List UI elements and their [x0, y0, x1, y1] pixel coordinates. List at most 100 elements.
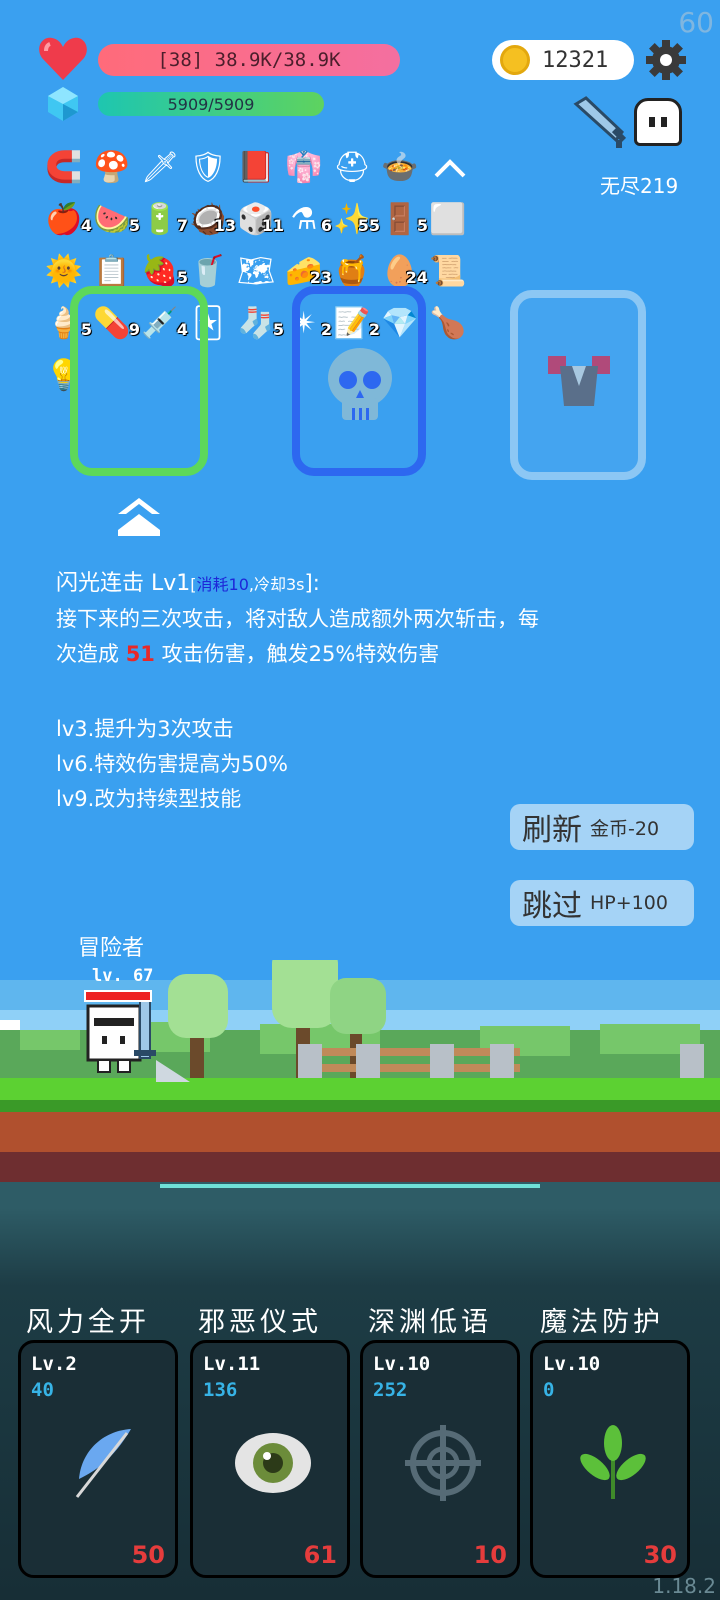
- ghost-icon[interactable]: [634, 98, 682, 146]
- item-glyph: 🍲: [381, 150, 419, 185]
- armor-icon: [548, 356, 610, 406]
- coin-icon: [500, 45, 530, 75]
- ice-block-icon[interactable]: ⬜: [428, 200, 468, 240]
- mushroom-icon[interactable]: 🍄: [92, 148, 132, 188]
- item-glyph: 🍗: [429, 306, 467, 341]
- item-glyph: ⬜: [429, 202, 467, 237]
- map-icon[interactable]: 🗺: [236, 252, 276, 292]
- skill-title-4: 魔法防护: [540, 1307, 664, 1338]
- chevron-up-icon[interactable]: [432, 156, 468, 180]
- item-count: 7: [176, 216, 188, 235]
- skull-icon: [328, 348, 392, 420]
- skill-title-1: 风力全开: [26, 1307, 150, 1338]
- skill-title: 闪光连击 Lv1: [56, 571, 191, 596]
- item-glyph: 👘: [285, 150, 323, 185]
- item-glyph: 🛡: [188, 150, 228, 185]
- shield-icon[interactable]: 🛡: [188, 148, 228, 188]
- endless-mode-label: 无尽219: [600, 174, 679, 198]
- skip-button[interactable]: 跳过 HP+100: [510, 880, 694, 926]
- mana-crystal-icon: [48, 87, 78, 121]
- sock-icon[interactable]: 🧦 5: [236, 304, 284, 344]
- item-glyph: 🥤: [189, 254, 227, 289]
- hero-hp-bar: [84, 990, 152, 1002]
- item-glyph: 📜: [429, 254, 467, 289]
- door-icon[interactable]: 🚪 5: [380, 200, 428, 240]
- fps-counter: 60: [678, 6, 714, 39]
- dots-icon[interactable]: ✨ 55: [332, 200, 380, 240]
- skill-card-evil-ritual[interactable]: Lv.11 136 61: [190, 1340, 350, 1578]
- battery-icon[interactable]: 🔋 7: [140, 200, 188, 240]
- skill-description: 闪光连击 Lv1[消耗10,冷却3s]: 接下来的三次攻击，将对敌人造成额外两次…: [56, 566, 696, 817]
- bracket-close: ]:: [304, 571, 320, 595]
- refresh-button[interactable]: 刷新 金币-20: [510, 804, 694, 850]
- item-glyph: 📕: [237, 150, 275, 185]
- skill-choice-card-armor[interactable]: [510, 290, 646, 480]
- damage-value: 51: [125, 642, 155, 666]
- viking-helmet-icon[interactable]: ⛑: [332, 148, 372, 188]
- upgrade-lv3: lv3.提升为3次攻击: [56, 717, 234, 741]
- heart-icon: [39, 37, 87, 80]
- skip-label: 跳过: [522, 889, 582, 924]
- skill-card-magic-protection[interactable]: Lv.10 0 30: [530, 1340, 690, 1578]
- skill-cost: 10: [473, 1541, 507, 1569]
- coin-amount: 12321: [542, 47, 609, 73]
- item-glyph: 🍄: [93, 150, 131, 185]
- item-count: 5: [416, 216, 428, 235]
- skill-cost: 30: [643, 1541, 677, 1569]
- item-glyph: 🧲: [45, 150, 83, 185]
- item-glyph: 🍉: [93, 202, 131, 237]
- hero-level: lv. 67: [92, 966, 154, 986]
- coconut-icon[interactable]: 🥥 13: [188, 200, 236, 240]
- leaf-icon: [580, 1425, 646, 1499]
- watermelon-icon[interactable]: 🍉 5: [92, 200, 140, 240]
- drink-icon[interactable]: 🥤: [188, 252, 228, 292]
- skip-reward: HP+100: [590, 892, 668, 914]
- skill-card-wind[interactable]: Lv.2 40 50: [18, 1340, 178, 1578]
- skill-level: Lv.11: [203, 1353, 261, 1375]
- item-glyph: 🧦: [237, 306, 275, 341]
- potion-icon[interactable]: ⚗ 6: [284, 200, 332, 240]
- scroll-icon[interactable]: 📜: [428, 252, 468, 292]
- robe-icon[interactable]: 👘: [284, 148, 324, 188]
- refresh-cost: 金币-20: [590, 817, 660, 840]
- item-glyph: 🗺: [236, 254, 276, 289]
- magnet-icon[interactable]: 🧲: [44, 148, 84, 188]
- skull-book-icon[interactable]: 📕: [236, 148, 276, 188]
- item-count: 11: [261, 216, 284, 235]
- item-glyph: 🍎: [45, 202, 83, 237]
- drumstick-icon[interactable]: 🍗: [428, 304, 468, 344]
- dice-icon[interactable]: 🎲 11: [236, 200, 284, 240]
- item-glyph: ⛑: [332, 150, 372, 185]
- version-label: 1.18.2: [652, 1574, 716, 1598]
- skill-value: 252: [373, 1379, 408, 1401]
- double-chevron-up-icon[interactable]: [116, 496, 162, 538]
- apple-icon[interactable]: 🍎 4: [44, 200, 92, 240]
- cauldron-icon[interactable]: 🍲: [380, 148, 420, 188]
- skill-cost: 消耗10: [196, 575, 249, 594]
- skill-level: Lv.10: [373, 1353, 431, 1375]
- sword-icon[interactable]: 🗡: [140, 148, 180, 188]
- mana-bar: 5909/5909: [98, 92, 324, 116]
- item-count: 13: [213, 216, 236, 235]
- pixel-sword-icon[interactable]: [572, 96, 632, 150]
- skill-card-abyss-whisper[interactable]: Lv.10 252 10: [360, 1340, 520, 1578]
- skill-level: Lv.10: [543, 1353, 601, 1375]
- eye-icon: [235, 1433, 311, 1493]
- gear-icon[interactable]: [644, 38, 688, 82]
- item-glyph: 🌞: [45, 254, 83, 289]
- item-count: 55: [357, 216, 380, 235]
- item-count: 6: [320, 216, 332, 235]
- skill-cost: 50: [131, 1541, 165, 1569]
- skill-value: 0: [543, 1379, 555, 1401]
- upgrade-lv6: lv6.特效伤害提高为50%: [56, 752, 288, 776]
- skill-cost: 61: [303, 1541, 337, 1569]
- skill-value: 136: [203, 1379, 238, 1401]
- desc-line-2-post: 攻击伤害，触发25%特效伤害: [154, 642, 440, 666]
- item-glyph: 🔋: [141, 202, 179, 237]
- skill-choice-card-selected[interactable]: [70, 286, 208, 476]
- sun-icon[interactable]: 🌞: [44, 252, 84, 292]
- skill-level: Lv.2: [31, 1353, 77, 1375]
- skill-choice-card-skull[interactable]: [292, 286, 426, 476]
- crosshair-icon: [405, 1425, 481, 1501]
- item-glyph: 🚪: [381, 202, 419, 237]
